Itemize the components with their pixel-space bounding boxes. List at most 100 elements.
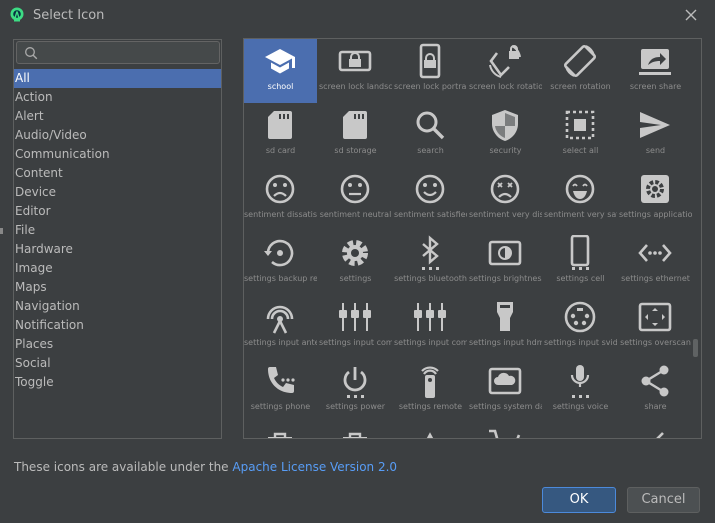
icon-label: settings overscan bbox=[620, 338, 691, 347]
category-item[interactable]: Places bbox=[14, 335, 221, 354]
icon-label: screen lock landscape bbox=[319, 82, 392, 91]
settings-power-icon bbox=[343, 367, 367, 398]
icon-cell[interactable]: settings input component bbox=[319, 295, 392, 359]
icon-cell[interactable]: screen lock rotation bbox=[469, 39, 542, 103]
shopping-cart-icon bbox=[489, 429, 521, 438]
icon-label: settings input svideo bbox=[544, 338, 617, 347]
category-item[interactable]: Audio/Video bbox=[14, 126, 221, 145]
settings-input-component-icon bbox=[339, 303, 371, 331]
icon-label: sentiment satisfied bbox=[394, 210, 467, 219]
icon-cell[interactable]: screen rotation bbox=[544, 39, 617, 103]
search-field[interactable] bbox=[16, 41, 220, 64]
icon-cell[interactable]: sentiment very satisfied bbox=[544, 167, 617, 231]
license-link[interactable]: Apache License Version 2.0 bbox=[232, 460, 397, 474]
category-item[interactable]: Toggle bbox=[14, 373, 221, 392]
icon-cell[interactable]: settings power bbox=[319, 359, 392, 423]
share-icon bbox=[641, 365, 669, 397]
category-item[interactable]: Device bbox=[14, 183, 221, 202]
icon-cell[interactable]: settings input hdmi bbox=[469, 295, 542, 359]
cancel-button[interactable]: Cancel bbox=[627, 487, 700, 513]
icon-cell[interactable]: select all bbox=[544, 103, 617, 167]
icon-cell[interactable]: settings backup restore bbox=[244, 231, 317, 295]
settings-icon bbox=[342, 240, 368, 266]
category-item[interactable]: Communication bbox=[14, 145, 221, 164]
category-item[interactable]: All bbox=[14, 69, 221, 88]
icon-cell[interactable]: settings remote bbox=[394, 359, 467, 423]
shop-two-icon bbox=[343, 432, 367, 438]
search-input[interactable] bbox=[41, 44, 216, 61]
icon-cell[interactable]: search bbox=[394, 103, 467, 167]
icon-cell[interactable]: settings bluetooth bbox=[394, 231, 467, 295]
ok-button[interactable]: OK bbox=[542, 487, 616, 513]
close-icon[interactable] bbox=[681, 5, 701, 25]
icon-cell[interactable]: settings bbox=[319, 231, 392, 295]
icon-cell[interactable]: send bbox=[619, 103, 692, 167]
category-item[interactable]: Notification bbox=[14, 316, 221, 335]
icon-cell[interactable] bbox=[469, 423, 542, 438]
icon-label: send bbox=[645, 146, 666, 155]
category-item[interactable]: Editor bbox=[14, 202, 221, 221]
icon-cell[interactable]: settings cell bbox=[544, 231, 617, 295]
icon-cell[interactable]: screen lock landscape bbox=[319, 39, 392, 103]
icon-label: settings phone bbox=[250, 402, 311, 411]
icon-cell[interactable]: sd card bbox=[244, 103, 317, 167]
sentiment-dissatisfied-icon bbox=[265, 174, 295, 204]
screen-lock-portrait-icon bbox=[419, 43, 441, 79]
icon-cell[interactable]: screen lock portrait bbox=[394, 39, 467, 103]
short-text-icon bbox=[562, 427, 598, 439]
icon-cell[interactable] bbox=[619, 423, 692, 438]
icon-cell[interactable]: sentiment very dissatisfied bbox=[469, 167, 542, 231]
settings-brightness-icon bbox=[488, 240, 522, 266]
icon-cell[interactable]: settings voice bbox=[544, 359, 617, 423]
license-note: These icons are available under the Apac… bbox=[14, 460, 397, 474]
icon-cell[interactable]: settings applications bbox=[619, 167, 692, 231]
send-icon bbox=[640, 112, 670, 138]
category-item[interactable]: File bbox=[14, 221, 221, 240]
settings-ethernet-icon bbox=[638, 244, 672, 262]
icon-cell[interactable]: settings ethernet bbox=[619, 231, 692, 295]
icon-cell[interactable]: sentiment neutral bbox=[319, 167, 392, 231]
category-item[interactable]: Alert bbox=[14, 107, 221, 126]
category-item[interactable]: Content bbox=[14, 164, 221, 183]
icon-label: search bbox=[417, 146, 444, 155]
category-item[interactable]: Image bbox=[14, 259, 221, 278]
settings-cell-icon bbox=[570, 235, 590, 270]
screen-lock-rotation-icon bbox=[489, 45, 521, 78]
icon-cell[interactable]: security bbox=[469, 103, 542, 167]
icon-cell[interactable]: screen share bbox=[619, 39, 692, 103]
icon-cell[interactable]: settings input antenna bbox=[244, 295, 317, 359]
icon-cell[interactable]: school bbox=[244, 39, 317, 103]
scrollbar[interactable] bbox=[692, 39, 701, 438]
icon-cell[interactable] bbox=[319, 423, 392, 438]
settings-applications-icon bbox=[641, 175, 669, 203]
category-item[interactable]: Action bbox=[14, 88, 221, 107]
icon-cell[interactable]: settings input composite bbox=[394, 295, 467, 359]
icon-label: screen rotation bbox=[550, 82, 611, 91]
icon-cell[interactable] bbox=[394, 423, 467, 438]
category-item[interactable]: Maps bbox=[14, 278, 221, 297]
category-item[interactable]: Hardware bbox=[14, 240, 221, 259]
icon-cell[interactable]: sd storage bbox=[319, 103, 392, 167]
icon-cell[interactable]: settings overscan bbox=[619, 295, 692, 359]
icon-cell[interactable]: share bbox=[619, 359, 692, 423]
category-item[interactable]: Social bbox=[14, 354, 221, 373]
icon-cell[interactable]: sentiment satisfied bbox=[394, 167, 467, 231]
icon-cell[interactable]: settings input svideo bbox=[544, 295, 617, 359]
icon-label: settings input hdmi bbox=[469, 338, 542, 347]
sentiment-neutral-icon bbox=[340, 174, 370, 204]
icon-cell[interactable]: settings phone bbox=[244, 359, 317, 423]
icon-label: sd card bbox=[265, 146, 296, 155]
icon-label: screen share bbox=[629, 82, 682, 91]
icon-label: settings backup restore bbox=[244, 274, 317, 283]
icon-cell[interactable] bbox=[544, 423, 617, 439]
icon-cell[interactable]: settings brightness bbox=[469, 231, 542, 295]
icon-label: settings cell bbox=[556, 274, 605, 283]
license-text: These icons are available under the bbox=[14, 460, 233, 474]
scrollbar-thumb[interactable] bbox=[693, 339, 698, 357]
icon-cell[interactable] bbox=[244, 423, 317, 438]
settings-remote-icon bbox=[421, 366, 439, 398]
icon-cell[interactable]: settings system daydream bbox=[469, 359, 542, 423]
settings-overscan-icon bbox=[638, 302, 672, 332]
icon-cell[interactable]: sentiment dissatisfied bbox=[244, 167, 317, 231]
category-item[interactable]: Navigation bbox=[14, 297, 221, 316]
